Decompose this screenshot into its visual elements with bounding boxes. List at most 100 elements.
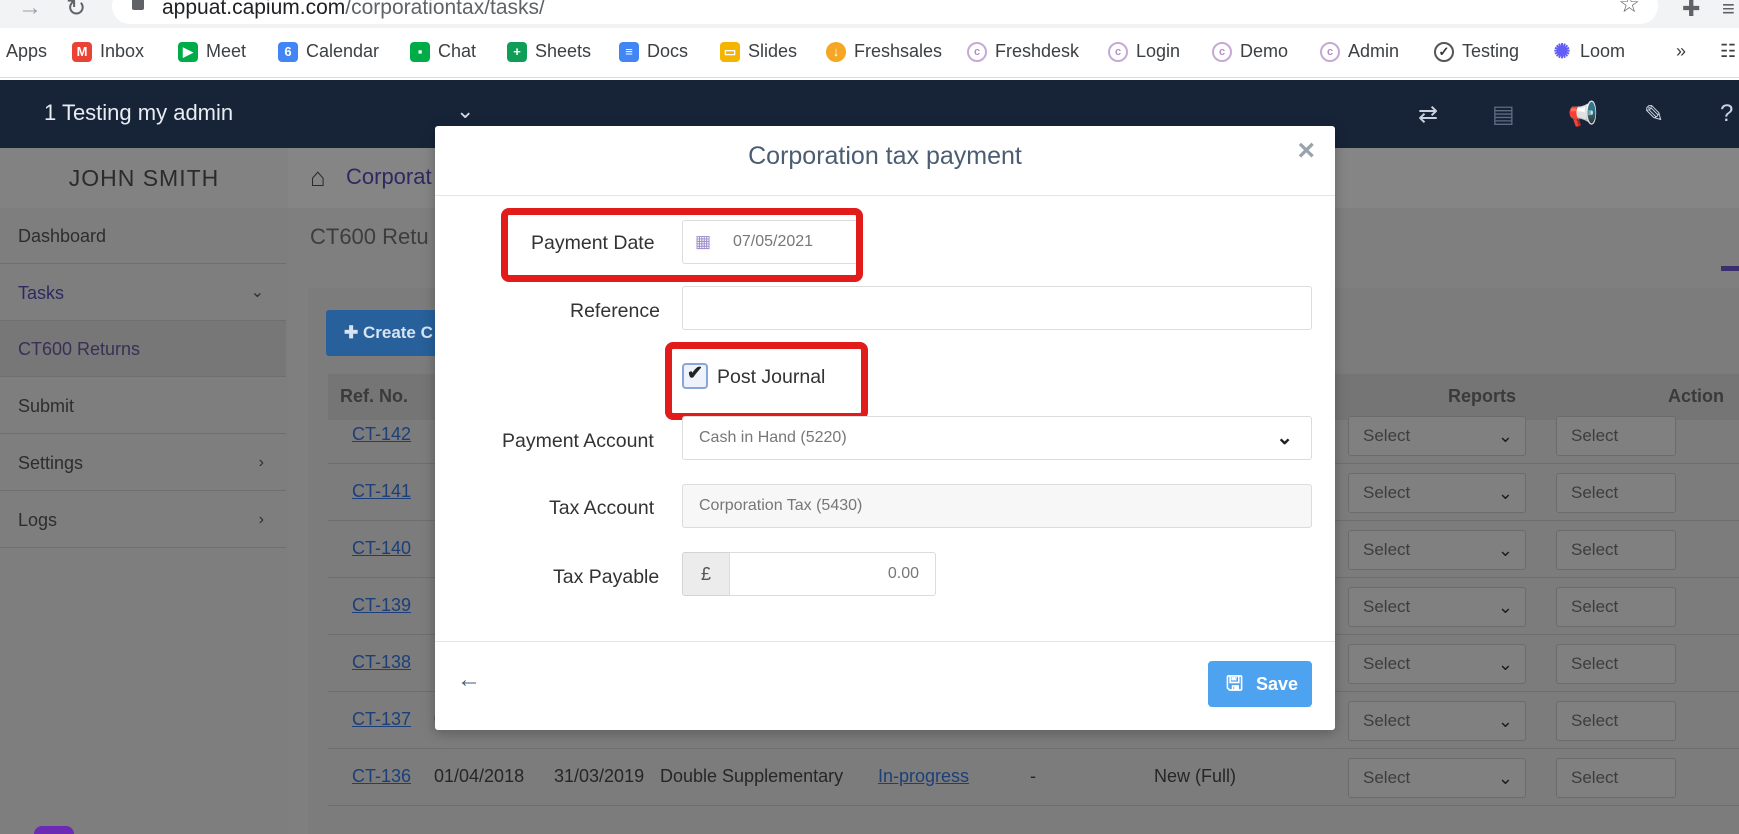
bookmark-freshsales[interactable]: ↓ Freshsales xyxy=(826,41,942,62)
table-row: CT-136 01/04/2018 31/03/2019 Double Supplem… xyxy=(328,748,1739,806)
browser-toolbar: → ↻ appuat.capium.com/corporationtax/tas… xyxy=(0,0,1739,28)
home-icon[interactable]: ⌂ xyxy=(310,162,326,193)
reference-input[interactable] xyxy=(682,286,1312,330)
action-select[interactable]: Select xyxy=(1556,416,1676,456)
chevron-down-icon: ⌄ xyxy=(1497,483,1513,503)
save-button[interactable]: 🖫 Save xyxy=(1208,661,1312,707)
reports-select[interactable]: Select ⌄ xyxy=(1348,644,1526,684)
bookmark-freshdesk[interactable]: c Freshdesk xyxy=(967,41,1079,62)
column-action: Action xyxy=(1668,386,1724,406)
capium-icon: c xyxy=(1108,41,1128,62)
close-icon[interactable]: × xyxy=(1297,134,1315,168)
ticket-icon[interactable]: ✎ xyxy=(1644,100,1664,129)
bookmark-star-icon[interactable]: ☆ xyxy=(1618,0,1640,19)
announcement-icon[interactable]: 📢 xyxy=(1568,100,1598,129)
bookmarks-overflow[interactable]: » xyxy=(1676,41,1686,62)
meet-icon: ▶ xyxy=(178,41,198,62)
user-name: JOHN SMITH xyxy=(0,148,288,208)
switch-icon[interactable]: ⇄ xyxy=(1418,100,1438,129)
bookmark-calendar[interactable]: 6 Calendar xyxy=(278,41,379,62)
sidebar-item-submit[interactable]: Submit xyxy=(0,378,286,434)
payment-account-label: Payment Account xyxy=(502,430,654,452)
bookmark-admin[interactable]: c Admin xyxy=(1320,41,1399,62)
column-reports: Reports xyxy=(1448,386,1517,406)
reports-select[interactable]: Select ⌄ xyxy=(1348,701,1526,741)
extensions-icon[interactable]: ✚ xyxy=(1682,0,1700,22)
sidebar-item-tasks[interactable]: Tasks ⌄ xyxy=(0,265,286,321)
chevron-right-icon: › xyxy=(258,454,264,471)
action-select[interactable]: Select xyxy=(1556,473,1676,513)
submission-cell: - xyxy=(1030,766,1036,786)
action-select[interactable]: Select xyxy=(1556,530,1676,570)
bookmark-docs[interactable]: ≡ Docs xyxy=(619,41,688,62)
ref-link[interactable]: CT-142 xyxy=(352,424,411,445)
bookmark-loom[interactable]: ✺ Loom xyxy=(1552,41,1625,62)
module-icon[interactable]: ▤ xyxy=(1492,100,1515,129)
divider xyxy=(435,195,1335,196)
tax-payable-label: Tax Payable xyxy=(553,566,660,588)
sidebar-item-dashboard[interactable]: Dashboard xyxy=(0,208,286,264)
sidebar-item-ct600-returns[interactable]: CT600 Returns xyxy=(0,321,286,377)
bookmark-meet[interactable]: ▶ Meet xyxy=(178,41,246,62)
sidebar-item-logs[interactable]: Logs › xyxy=(0,492,286,548)
capium-icon: c xyxy=(967,41,987,62)
action-select[interactable]: Select xyxy=(1556,758,1676,798)
sidebar-item-settings[interactable]: Settings › xyxy=(0,435,286,491)
ref-link[interactable]: CT-138 xyxy=(352,652,411,673)
chat-widget[interactable] xyxy=(34,826,74,834)
ref-link[interactable]: CT-136 xyxy=(352,766,411,787)
tax-payable-input[interactable]: 0.00 xyxy=(729,552,936,596)
status-link[interactable]: In-progress xyxy=(878,766,969,787)
back-arrow-icon[interactable]: ← xyxy=(457,666,481,694)
action-select[interactable]: Select xyxy=(1556,701,1676,741)
reports-select[interactable]: Select ⌄ xyxy=(1348,473,1526,513)
chevron-down-icon: ⌄ xyxy=(1497,540,1513,560)
bookmark-slides[interactable]: ▭ Slides xyxy=(720,41,797,62)
chevron-down-icon: ⌄ xyxy=(1497,711,1513,731)
ref-link[interactable]: CT-141 xyxy=(352,481,411,502)
reload-icon[interactable]: ↻ xyxy=(66,0,86,23)
bookmark-chat[interactable]: ▪ Chat xyxy=(410,41,476,62)
chat-icon: ▪ xyxy=(410,41,430,62)
bookmark-testing[interactable]: ✓ Testing xyxy=(1434,41,1519,62)
action-select[interactable]: Select xyxy=(1556,644,1676,684)
reports-select[interactable]: Select ⌄ xyxy=(1348,587,1526,627)
forward-icon[interactable]: → xyxy=(18,0,42,22)
bookmark-login[interactable]: c Login xyxy=(1108,41,1180,62)
help-icon[interactable]: ? xyxy=(1720,100,1733,128)
capium-icon: c xyxy=(1212,41,1232,62)
company-name[interactable]: 1 Testing my admin xyxy=(44,100,233,126)
end-date-cell: 31/03/2019 xyxy=(554,766,645,786)
payment-account-select[interactable]: Cash in Hand (5220) ⌄ xyxy=(682,416,1312,460)
tax-account-input[interactable]: Corporation Tax (5430) xyxy=(682,484,1312,528)
address-bar[interactable]: appuat.capium.com/corporationtax/tasks/ … xyxy=(112,0,1658,24)
bookmark-sheets[interactable]: + Sheets xyxy=(507,41,591,62)
ref-link[interactable]: CT-140 xyxy=(352,538,411,559)
ref-link[interactable]: CT-139 xyxy=(352,595,411,616)
create-button[interactable]: ✚ Create C xyxy=(326,310,446,356)
bookmark-inbox[interactable]: M Inbox xyxy=(72,41,144,62)
reading-list-icon[interactable]: ☷ xyxy=(1720,41,1736,62)
highlight-payment-date xyxy=(501,208,863,282)
reports-select[interactable]: Select ⌄ xyxy=(1348,758,1526,798)
chevron-down-icon: ⌄ xyxy=(1276,427,1293,449)
reports-select[interactable]: Select ⌄ xyxy=(1348,416,1526,456)
freshsales-icon: ↓ xyxy=(826,41,846,62)
chevron-down-icon: ⌄ xyxy=(1497,768,1513,788)
slides-icon: ▭ xyxy=(720,41,740,62)
chevron-down-icon: ⌄ xyxy=(1497,654,1513,674)
chevron-down-icon: ⌄ xyxy=(250,284,264,301)
divider xyxy=(435,641,1335,642)
bookmark-demo[interactable]: c Demo xyxy=(1212,41,1288,62)
ref-link[interactable]: CT-137 xyxy=(352,709,411,730)
menu-icon[interactable]: ≡ xyxy=(1722,0,1735,22)
chevron-down-icon[interactable]: ⌄ xyxy=(456,98,474,124)
action-select[interactable]: Select xyxy=(1556,587,1676,627)
sheets-icon: + xyxy=(507,41,527,62)
reports-select[interactable]: Select ⌄ xyxy=(1348,530,1526,570)
docs-icon: ≡ xyxy=(619,41,639,62)
highlight-post-journal xyxy=(665,342,868,420)
type-cell: Double Supplementary xyxy=(660,766,844,786)
bookmark-apps[interactable]: Apps xyxy=(6,41,47,62)
breadcrumb-label[interactable]: Corporat xyxy=(346,164,432,190)
